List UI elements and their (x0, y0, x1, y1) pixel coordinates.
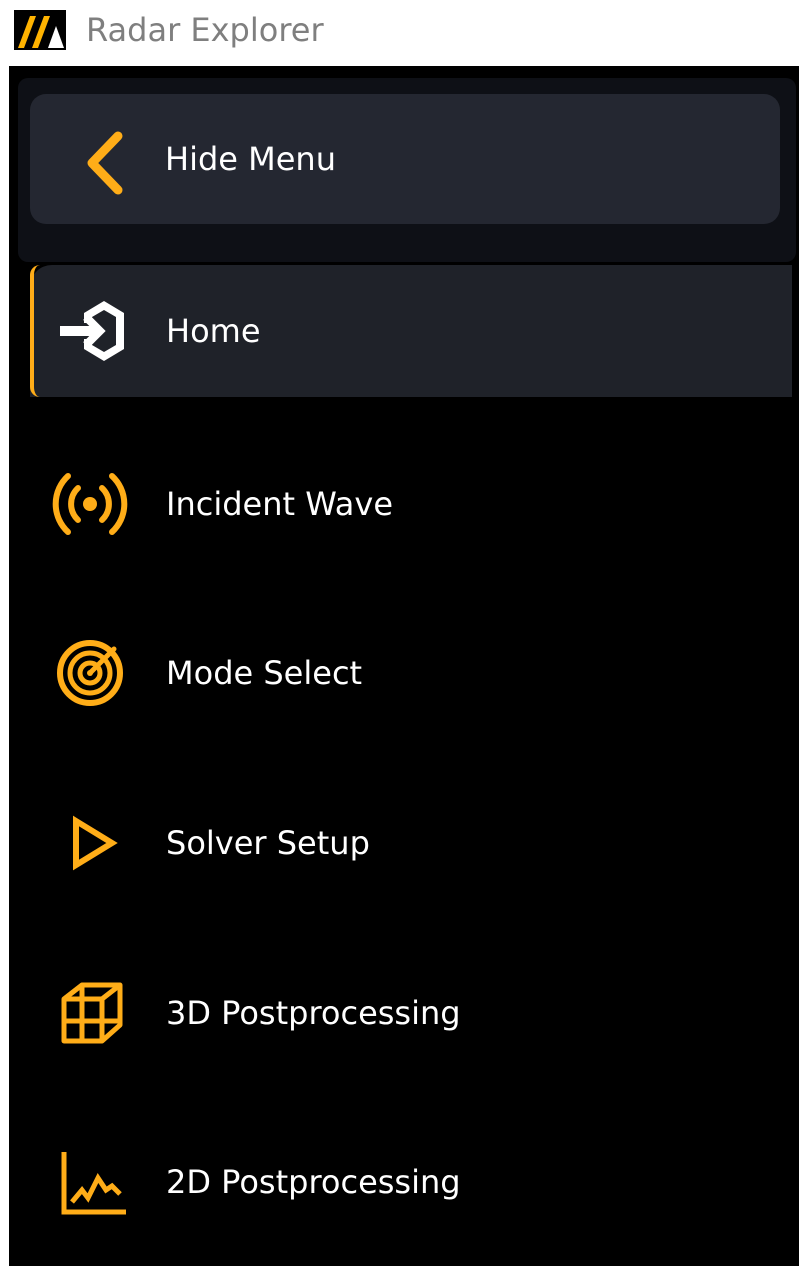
hide-menu-button[interactable]: Hide Menu (30, 94, 780, 224)
broadcast-icon (52, 473, 128, 535)
nav-item-incident-wave[interactable]: Incident Wave (30, 438, 792, 570)
title-bar: Radar Explorer (0, 0, 799, 66)
nav-item-mode-select[interactable]: Mode Select (30, 607, 792, 739)
play-triangle-icon (73, 815, 118, 871)
navigation-panel: Hide Menu Home Incident Wave Mode Select… (9, 66, 799, 1266)
nav-item-3d-postprocessing-label: 3D Postprocessing (166, 994, 461, 1032)
nav-item-solver-setup-label: Solver Setup (166, 824, 370, 862)
nav-item-3d-postprocessing[interactable]: 3D Postprocessing (30, 947, 792, 1079)
cube-wireframe-icon (61, 982, 123, 1044)
nav-item-mode-select-label: Mode Select (166, 654, 363, 692)
sign-in-icon (60, 301, 124, 361)
nav-item-2d-postprocessing-label: 2D Postprocessing (166, 1163, 461, 1201)
chevron-left-icon (87, 131, 123, 195)
active-indicator (30, 265, 40, 397)
nav-item-solver-setup[interactable]: Solver Setup (30, 777, 792, 909)
nav-item-home[interactable]: Home (30, 265, 792, 397)
nav-item-2d-postprocessing[interactable]: 2D Postprocessing (30, 1116, 792, 1248)
window-title: Radar Explorer (86, 11, 324, 49)
hide-menu-label: Hide Menu (165, 140, 336, 178)
line-chart-icon (61, 1152, 126, 1215)
nav-item-incident-wave-label: Incident Wave (166, 485, 394, 523)
nav-item-home-label: Home (166, 312, 261, 350)
radar-icon (57, 640, 123, 706)
ansys-logo-icon (14, 10, 66, 50)
